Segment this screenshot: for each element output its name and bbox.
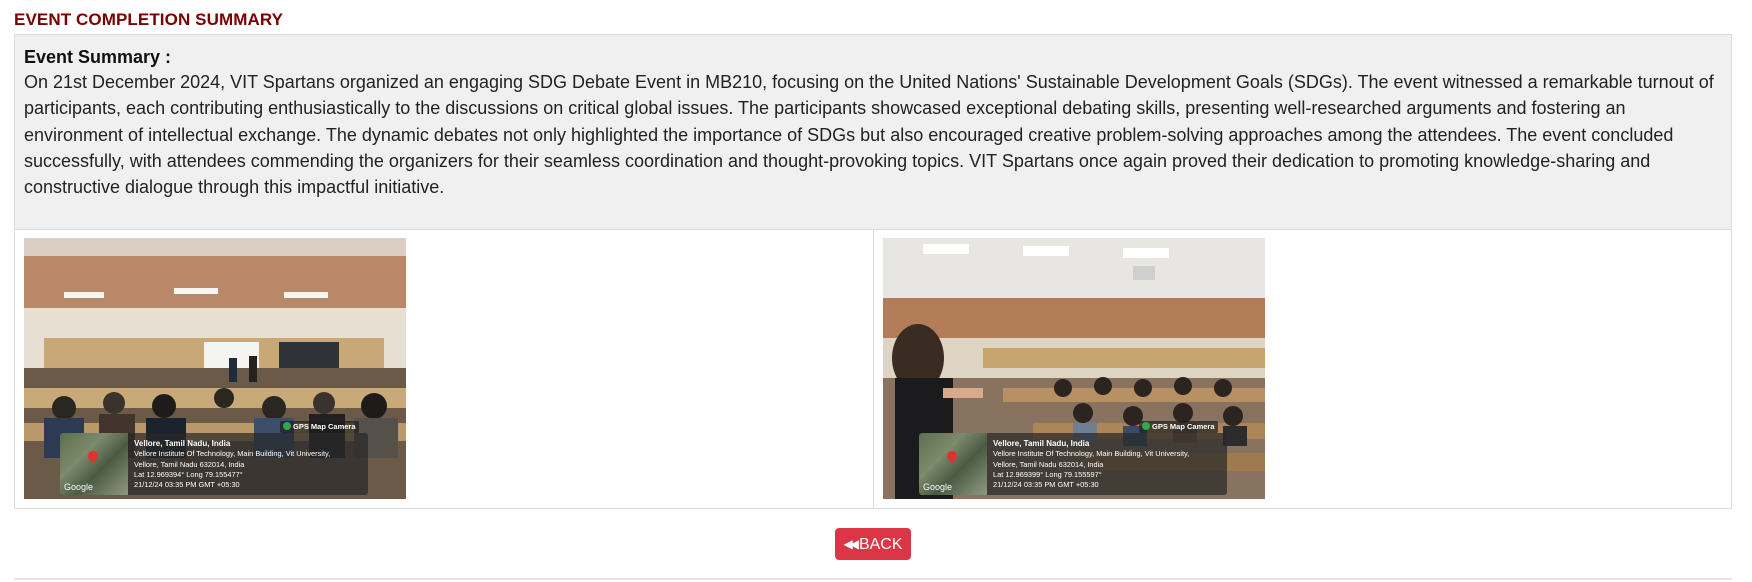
gps-timestamp: 21/12/24 03:35 PM GMT +05:30 [993,480,1099,490]
event-summary-panel: Event Summary : On 21st December 2024, V… [14,34,1732,509]
gps-coordinates: Lat 12.969394° Long 79.155477° [134,469,243,479]
section-title: EVENT COMPLETION SUMMARY [14,10,284,29]
gps-address-line-1: Vellore Institute Of Technology, Main Bu… [134,449,331,459]
photo-row: GPS Map Camera Google Vellore, Tamil Nad… [15,230,1731,508]
summary-block: Event Summary : On 21st December 2024, V… [15,35,1731,230]
gps-location: Vellore, Tamil Nadu, India [993,439,1090,448]
gps-camera-icon [1142,422,1150,430]
photo-cell-1: GPS Map Camera Google Vellore, Tamil Nad… [15,230,874,508]
gps-coordinates: Lat 12.969399° Long 79.155597° [993,469,1102,479]
gps-badge-label: GPS Map Camera [293,422,356,431]
back-button-label: BACK [858,536,903,553]
gps-address-line-2: Vellore, Tamil Nadu 632014, India [134,459,245,469]
event-photo-1[interactable]: GPS Map Camera Google Vellore, Tamil Nad… [24,238,406,499]
gps-address-line-1: Vellore Institute Of Technology, Main Bu… [993,449,1190,459]
map-credit: Google [923,482,953,492]
back-button[interactable]: ◀◀ BACK [835,528,911,560]
event-photo-2[interactable]: GPS Map Camera Google Vellore, Tamil Nad… [883,238,1265,499]
gps-overlay: GPS Map Camera Google Vellore, Tamil Nad… [60,421,368,495]
gps-address-line-2: Vellore, Tamil Nadu 632014, India [993,459,1104,469]
gps-badge-label: GPS Map Camera [1152,422,1215,431]
summary-text: On 21st December 2024, VIT Spartans orga… [24,72,1714,198]
double-chevron-left-icon: ◀◀ [843,537,859,551]
gps-map-thumbnail: Google [60,433,128,495]
map-credit: Google [64,482,94,492]
gps-details: Vellore, Tamil Nadu, India Vellore Insti… [134,439,364,490]
gps-timestamp: 21/12/24 03:35 PM GMT +05:30 [134,480,240,490]
gps-location: Vellore, Tamil Nadu, India [134,439,231,448]
gps-overlay: GPS Map Camera Google Vellore, Tamil Nad… [919,421,1227,495]
gps-camera-icon [283,422,291,430]
gps-badge: GPS Map Camera [1139,421,1218,433]
map-pin-icon [85,448,101,464]
gps-details: Vellore, Tamil Nadu, India Vellore Insti… [993,439,1223,490]
photo-cell-2: GPS Map Camera Google Vellore, Tamil Nad… [874,230,1731,508]
summary-heading: Event Summary : [24,47,172,67]
gps-badge: GPS Map Camera [280,421,359,433]
gps-map-thumbnail: Google [919,433,987,495]
bottom-divider [14,578,1732,580]
map-pin-icon [944,448,960,464]
